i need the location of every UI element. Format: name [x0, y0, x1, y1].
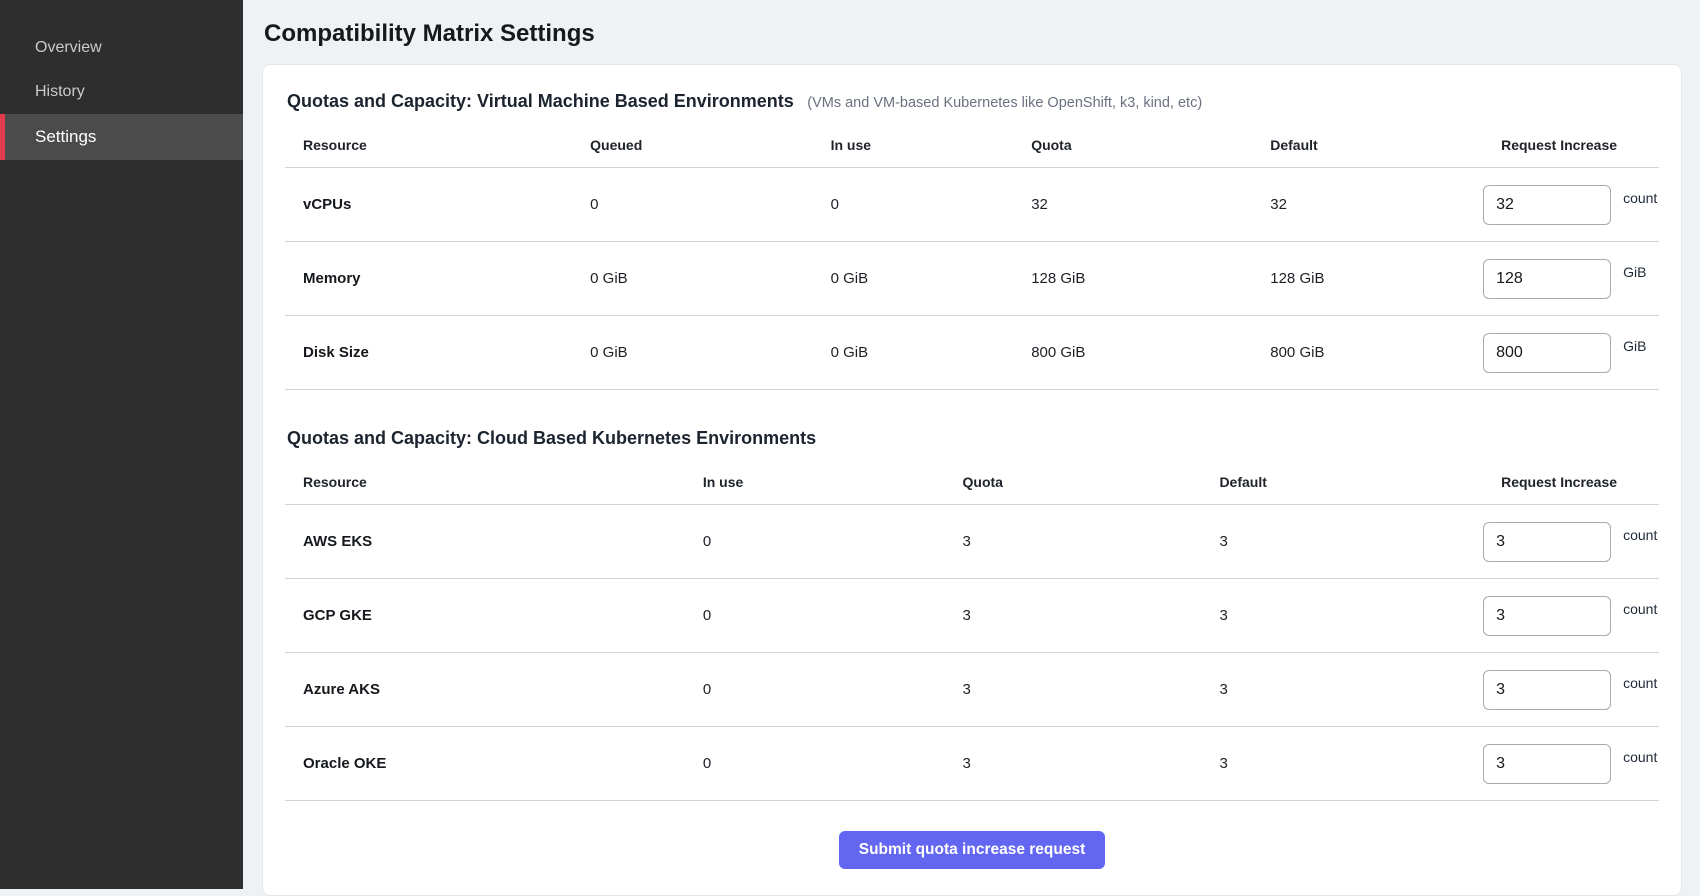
table-row-aws-eks: AWS EKS 0 3 3 count: [285, 505, 1659, 579]
quota-value: 3: [945, 607, 1202, 624]
table-row-memory: Memory 0 GiB 0 GiB 128 GiB 128 GiB GiB: [285, 242, 1659, 316]
column-header-in-use: In use: [685, 474, 945, 490]
quota-request-input[interactable]: [1483, 333, 1611, 373]
default-value: 3: [1201, 607, 1483, 624]
unit-label: count: [1623, 190, 1657, 206]
default-value: 128 GiB: [1252, 270, 1483, 287]
queued-value: 0 GiB: [572, 344, 812, 361]
in-use-value: 0: [685, 681, 945, 698]
vm-section-subtitle: (VMs and VM-based Kubernetes like OpenSh…: [807, 95, 1202, 111]
unit-label: count: [1623, 527, 1657, 543]
cloud-section-title: Quotas and Capacity: Cloud Based Kuberne…: [287, 428, 816, 448]
in-use-value: 0 GiB: [813, 344, 1014, 361]
column-header-resource: Resource: [285, 474, 685, 490]
table-row-gcp-gke: GCP GKE 0 3 3 count: [285, 579, 1659, 653]
in-use-value: 0: [685, 755, 945, 772]
default-value: 800 GiB: [1252, 344, 1483, 361]
table-row-disk-size: Disk Size 0 GiB 0 GiB 800 GiB 800 GiB Gi…: [285, 316, 1659, 390]
column-header-request-increase: Request Increase: [1483, 474, 1659, 490]
default-value: 3: [1201, 681, 1483, 698]
unit-label: count: [1623, 749, 1657, 765]
quota-value: 128 GiB: [1013, 270, 1252, 287]
vm-section-header: Quotas and Capacity: Virtual Machine Bas…: [285, 91, 1659, 112]
resource-name: vCPUs: [285, 196, 572, 213]
sidebar-item-settings[interactable]: Settings: [0, 114, 243, 160]
resource-name: Disk Size: [285, 344, 572, 361]
in-use-value: 0: [685, 607, 945, 624]
submit-row: Submit quota increase request: [285, 801, 1659, 869]
unit-label: GiB: [1623, 264, 1646, 280]
column-header-default: Default: [1252, 137, 1483, 153]
table-row-vcpus: vCPUs 0 0 32 32 count: [285, 168, 1659, 242]
quota-value: 3: [945, 681, 1202, 698]
quota-request-input[interactable]: [1483, 670, 1611, 710]
resource-name: Oracle OKE: [285, 755, 685, 772]
quota-request-input[interactable]: [1483, 744, 1611, 784]
vm-table-header: Resource Queued In use Quota Default Req…: [285, 122, 1659, 168]
cloud-section-header: Quotas and Capacity: Cloud Based Kuberne…: [285, 428, 1659, 449]
page-title: Compatibility Matrix Settings: [264, 20, 1682, 48]
unit-label: count: [1623, 675, 1657, 691]
table-row-oracle-oke: Oracle OKE 0 3 3 count: [285, 727, 1659, 801]
column-header-default: Default: [1201, 474, 1483, 490]
quota-request-input[interactable]: [1483, 259, 1611, 299]
table-row-azure-aks: Azure AKS 0 3 3 count: [285, 653, 1659, 727]
default-value: 32: [1252, 196, 1483, 213]
column-header-queued: Queued: [572, 137, 812, 153]
quota-value: 32: [1013, 196, 1252, 213]
column-header-request-increase: Request Increase: [1483, 137, 1659, 153]
in-use-value: 0: [685, 533, 945, 550]
resource-name: Azure AKS: [285, 681, 685, 698]
quota-value: 3: [945, 533, 1202, 550]
sidebar-item-overview[interactable]: Overview: [0, 26, 243, 70]
queued-value: 0: [572, 196, 812, 213]
queued-value: 0 GiB: [572, 270, 812, 287]
sidebar: Overview History Settings: [0, 0, 243, 889]
main-content: Compatibility Matrix Settings Quotas and…: [243, 0, 1700, 889]
column-header-quota: Quota: [1013, 137, 1252, 153]
column-header-in-use: In use: [813, 137, 1014, 153]
quota-request-input[interactable]: [1483, 185, 1611, 225]
resource-name: AWS EKS: [285, 533, 685, 550]
unit-label: GiB: [1623, 338, 1646, 354]
column-header-quota: Quota: [945, 474, 1202, 490]
in-use-value: 0: [813, 196, 1014, 213]
column-header-resource: Resource: [285, 137, 572, 153]
submit-quota-increase-button[interactable]: Submit quota increase request: [839, 831, 1106, 869]
cloud-table-header: Resource In use Quota Default Request In…: [285, 459, 1659, 505]
quota-request-input[interactable]: [1483, 522, 1611, 562]
quota-settings-card: Quotas and Capacity: Virtual Machine Bas…: [262, 64, 1682, 896]
quota-value: 3: [945, 755, 1202, 772]
in-use-value: 0 GiB: [813, 270, 1014, 287]
resource-name: Memory: [285, 270, 572, 287]
unit-label: count: [1623, 601, 1657, 617]
quota-value: 800 GiB: [1013, 344, 1252, 361]
default-value: 3: [1201, 533, 1483, 550]
quota-request-input[interactable]: [1483, 596, 1611, 636]
resource-name: GCP GKE: [285, 607, 685, 624]
sidebar-item-history[interactable]: History: [0, 70, 243, 114]
default-value: 3: [1201, 755, 1483, 772]
vm-section-title: Quotas and Capacity: Virtual Machine Bas…: [287, 91, 794, 111]
